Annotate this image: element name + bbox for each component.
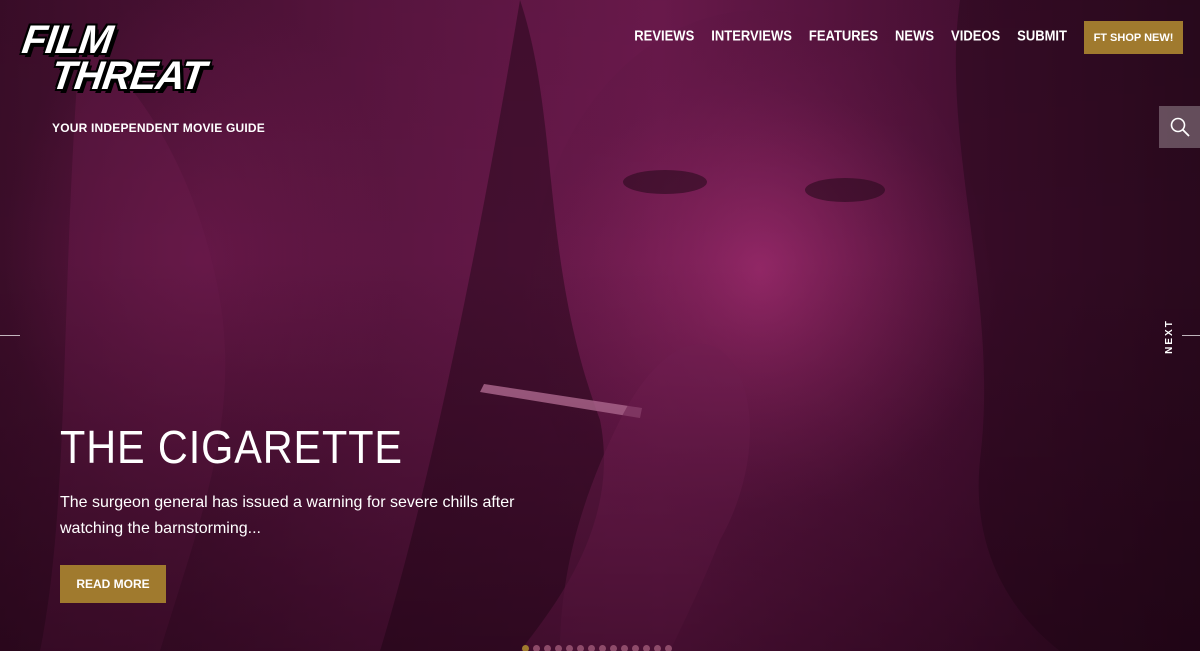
read-more-button[interactable]: READ MORE (60, 565, 166, 603)
site-tagline: YOUR INDEPENDENT MOVIE GUIDE (52, 121, 265, 135)
nav-item-news[interactable]: NEWS (895, 27, 934, 44)
slider-pagination (522, 645, 672, 651)
slider-dot[interactable] (566, 645, 573, 651)
slide-title[interactable]: THE CIGARETTE (60, 420, 403, 474)
next-label: NEXT (1163, 318, 1175, 354)
nav-item-videos[interactable]: VIDEOS (951, 27, 1000, 44)
logo-line-2: THREAT (48, 54, 208, 98)
slider-dot[interactable] (665, 645, 672, 651)
next-button[interactable]: NEXT (1162, 316, 1176, 356)
search-icon (1170, 117, 1190, 137)
slider-dot[interactable] (621, 645, 628, 651)
slider-dot[interactable] (610, 645, 617, 651)
shop-button[interactable]: FT SHOP NEW! (1084, 21, 1183, 54)
nav-item-submit[interactable]: SUBMIT (1017, 27, 1067, 44)
nav-item-reviews[interactable]: REVIEWS (634, 27, 694, 44)
slider-dot[interactable] (533, 645, 540, 651)
slide-excerpt: The surgeon general has issued a warning… (60, 494, 515, 537)
nav-item-features[interactable]: FEATURES (809, 27, 878, 44)
next-line-icon[interactable] (1182, 335, 1200, 336)
slider-dot[interactable] (522, 645, 529, 651)
slider-dot[interactable] (588, 645, 595, 651)
slider-dot[interactable] (577, 645, 584, 651)
nav-item-interviews[interactable]: INTERVIEWS (711, 27, 792, 44)
slider-dot[interactable] (544, 645, 551, 651)
prev-line-icon[interactable] (0, 335, 20, 336)
slider-dot[interactable] (632, 645, 639, 651)
slider-dot[interactable] (643, 645, 650, 651)
logo-wordmark: FILM THREAT (15, 18, 212, 98)
slider-dot[interactable] (555, 645, 562, 651)
slider-dot[interactable] (599, 645, 606, 651)
search-button[interactable] (1159, 106, 1200, 148)
slider-dot[interactable] (654, 645, 661, 651)
main-nav: REVIEWS INTERVIEWS FEATURES NEWS VIDEOS … (634, 27, 1067, 44)
site-logo[interactable]: FILM THREAT (19, 18, 260, 112)
